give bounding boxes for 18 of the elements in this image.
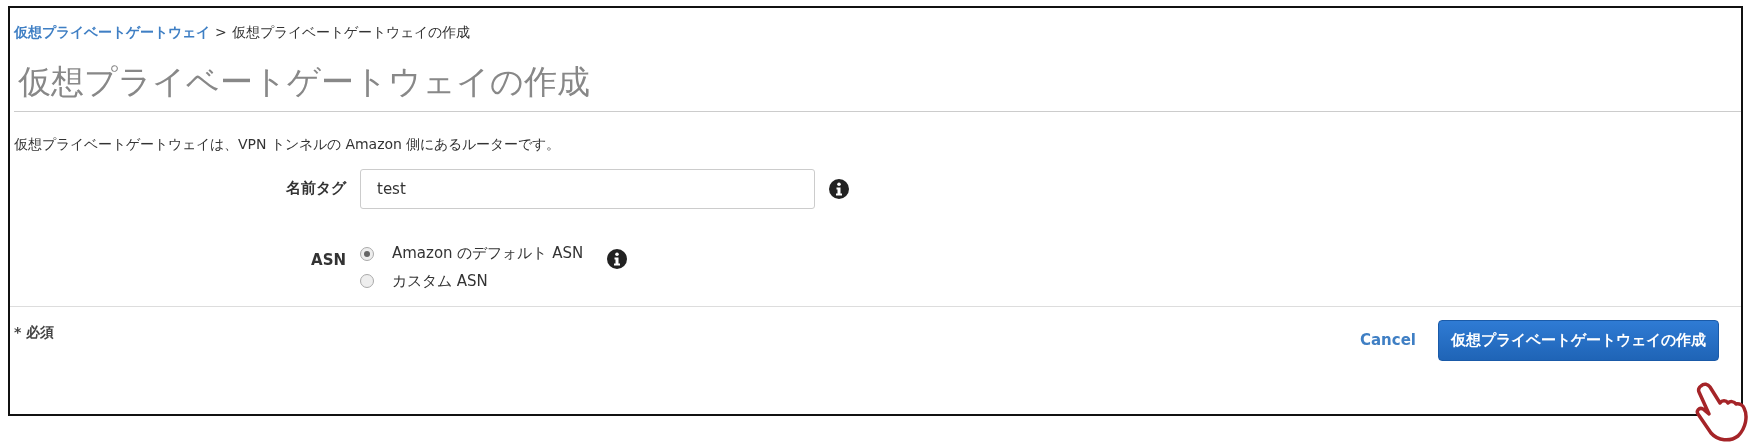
pointing-hand-icon (1695, 382, 1748, 442)
input-field[interactable]: test (360, 168, 815, 209)
description-text: 仮想プライベートゲートウェイは、VPN トンネルの Amazon 側にあるルーターです。 (14, 135, 561, 152)
info-icon[interactable] (829, 178, 849, 199)
required-note: * 必須 (14, 323, 55, 342)
info-icon[interactable] (607, 248, 628, 269)
breadcrumb-separator: > (215, 23, 227, 42)
radio-button[interactable] (360, 246, 374, 261)
cancel-link[interactable]: Cancel (1360, 329, 1416, 352)
field-label: ASN (311, 250, 346, 269)
breadcrumb-link[interactable]: 仮想プライベートゲートウェイ (14, 22, 210, 43)
breadcrumb-current: 仮想プライベートゲートウェイの作成 (231, 23, 470, 42)
radio-label: カスタム ASN (392, 270, 488, 292)
radio-label: Amazon のデフォルト ASN (392, 243, 584, 264)
create-button[interactable]: 仮想プライベートゲートウェイの作成 (1438, 320, 1719, 361)
radio-button[interactable] (360, 274, 374, 288)
field-label: 名前タグ (286, 179, 346, 198)
page-title: 仮想プライベートゲートウェイの作成 (14, 43, 1741, 112)
